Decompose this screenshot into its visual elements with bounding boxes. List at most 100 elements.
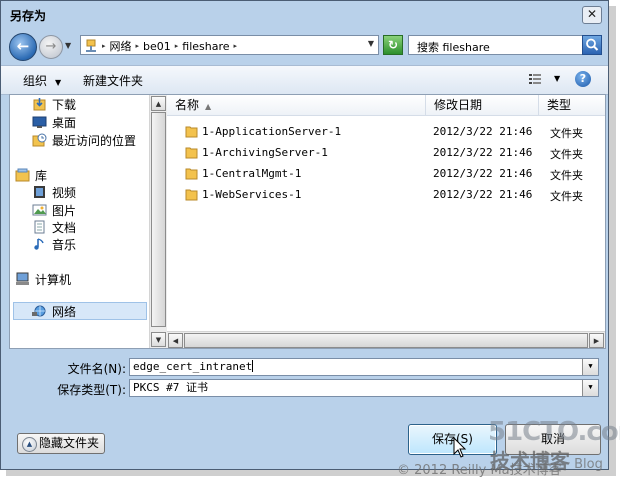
scroll-right-button[interactable]: ▶ (589, 333, 604, 348)
file-list: 名称 ▲ 修改日期 类型 1-ApplicationServer-1 2012/3… (167, 95, 605, 348)
nav-item-pictures[interactable]: 图片 (32, 202, 76, 218)
arrow-left-icon: ◀ (172, 337, 179, 345)
navigation-pane: 下载 桌面 最近访问的位置 库 视频 图片 文档 音乐 计算机 网络 (10, 95, 150, 348)
view-dropdown-icon[interactable]: ▼ (554, 74, 560, 83)
column-header-type[interactable]: 类型 (539, 95, 605, 116)
computer-icon (15, 272, 30, 286)
column-header-name[interactable]: 名称 ▲ (167, 95, 426, 116)
address-row: ← → ▼ ▸ 网络 ▸ be01 ▸ fileshare ▸ ▼ ↻ 搜索 f… (1, 29, 608, 65)
chevron-right-icon[interactable]: ▸ (136, 42, 140, 50)
nav-item-libraries[interactable]: 库 (15, 167, 47, 183)
close-icon: ✕ (586, 7, 598, 21)
nav-item-downloads[interactable]: 下载 (32, 96, 76, 112)
nav-item-desktop[interactable]: 桌面 (32, 114, 76, 130)
window-title: 另存为 (10, 9, 47, 23)
recent-places-icon (32, 133, 47, 147)
pictures-icon (32, 203, 47, 217)
file-row[interactable]: 1-ArchivingServer-1 2012/3/22 21:46 文件夹 (167, 143, 605, 163)
scroll-up-button[interactable]: ▲ (151, 96, 166, 111)
view-options-icon[interactable] (529, 73, 541, 85)
sort-ascending-icon: ▲ (205, 102, 212, 111)
collapse-up-icon: ▲ (22, 437, 37, 452)
video-icon (32, 185, 47, 199)
scroll-thumb[interactable] (151, 112, 166, 327)
hide-folders-button[interactable]: ▲ 隐藏文件夹 (17, 433, 105, 454)
help-icon[interactable]: ? (575, 71, 591, 87)
back-arrow-icon: ← (16, 37, 30, 55)
nav-item-videos[interactable]: 视频 (32, 184, 76, 200)
filetype-select[interactable]: PKCS #7 证书 ▼ (129, 379, 599, 397)
mouse-cursor-icon (453, 437, 467, 458)
file-name: 1-WebServices-1 (202, 188, 302, 201)
nav-item-network[interactable]: 网络 (13, 302, 147, 320)
folder-icon (185, 126, 198, 138)
forward-button[interactable]: → (39, 35, 63, 59)
file-type: 文件夹 (550, 127, 583, 140)
library-icon (15, 168, 30, 182)
search-icon (586, 38, 599, 51)
filetype-label: 保存类型(T): (57, 383, 126, 397)
back-button[interactable]: ← (9, 33, 37, 61)
column-header-date[interactable]: 修改日期 (426, 95, 539, 116)
filename-label: 文件名(N): (67, 362, 126, 376)
address-bar[interactable]: ▸ 网络 ▸ be01 ▸ fileshare ▸ ▼ (80, 35, 379, 55)
file-row[interactable]: 1-CentralMgmt-1 2012/3/22 21:46 文件夹 (167, 164, 605, 184)
chevron-right-icon[interactable]: ▸ (102, 42, 106, 50)
hscroll-thumb[interactable] (184, 333, 588, 348)
close-button[interactable]: ✕ (582, 6, 602, 24)
documents-icon (32, 220, 47, 234)
filename-dropdown-icon[interactable]: ▼ (582, 359, 598, 375)
file-list-hscrollbar[interactable]: ◀ ▶ (167, 331, 605, 348)
file-date: 2012/3/22 21:46 (433, 188, 533, 201)
music-icon (32, 237, 47, 251)
scroll-left-button[interactable]: ◀ (168, 333, 183, 348)
chevron-right-icon[interactable]: ▸ (234, 42, 238, 50)
file-row[interactable]: 1-WebServices-1 2012/3/22 21:46 文件夹 (167, 185, 605, 205)
refresh-button[interactable]: ↻ (383, 35, 403, 55)
arrow-down-icon: ▼ (155, 336, 162, 344)
scroll-down-button[interactable]: ▼ (151, 332, 166, 347)
file-row[interactable]: 1-ApplicationServer-1 2012/3/22 21:46 文件… (167, 122, 605, 142)
file-date: 2012/3/22 21:46 (433, 167, 533, 180)
filetype-dropdown-icon[interactable]: ▼ (582, 380, 598, 396)
breadcrumb-network[interactable]: 网络 (110, 38, 132, 54)
search-input[interactable]: 搜索 fileshare (408, 35, 602, 55)
history-dropdown-icon[interactable]: ▼ (65, 41, 71, 50)
new-folder-button[interactable]: 新建文件夹 (83, 72, 143, 89)
download-folder-icon (32, 97, 47, 111)
desktop-icon (32, 115, 47, 129)
watermark-copyright: © 2012 Reilly Ma技术博客 (397, 463, 562, 478)
save-as-dialog: 另存为 ✕ ← → ▼ ▸ 网络 ▸ be01 ▸ fileshare ▸ ▼ … (0, 0, 609, 470)
organize-menu[interactable]: 组织 ▼ (23, 72, 61, 89)
filetype-row: 保存类型(T): PKCS #7 证书 ▼ (1, 379, 601, 397)
watermark-site: 51CTO.com (488, 417, 620, 447)
nav-item-documents[interactable]: 文档 (32, 219, 76, 235)
filename-input[interactable]: edge_cert_intranet ▼ (129, 358, 599, 376)
file-type: 文件夹 (550, 190, 583, 203)
nav-item-computer[interactable]: 计算机 (15, 271, 71, 287)
nav-item-music[interactable]: 音乐 (32, 236, 76, 252)
file-name: 1-ApplicationServer-1 (202, 125, 342, 138)
search-placeholder: 搜索 fileshare (417, 41, 490, 54)
breadcrumb-be01[interactable]: be01 (143, 40, 171, 53)
browser-pane: 下载 桌面 最近访问的位置 库 视频 图片 文档 音乐 计算机 网络 ▲ ▼ 名… (9, 94, 606, 349)
file-date: 2012/3/22 21:46 (433, 125, 533, 138)
command-toolbar: 组织 ▼ 新建文件夹 ▼ ? (1, 65, 608, 95)
chevron-right-icon[interactable]: ▸ (175, 42, 179, 50)
folder-icon (185, 168, 198, 180)
search-button[interactable] (582, 35, 602, 55)
filename-row: 文件名(N): edge_cert_intranet ▼ (1, 358, 601, 376)
file-name: 1-CentralMgmt-1 (202, 167, 302, 180)
refresh-icon: ↻ (387, 38, 399, 52)
navigation-scrollbar[interactable]: ▲ ▼ (149, 95, 167, 348)
breadcrumb-fileshare[interactable]: fileshare (182, 40, 229, 53)
arrow-up-icon: ▲ (155, 100, 162, 108)
network-icon (32, 304, 47, 318)
title-bar[interactable]: 另存为 ✕ (1, 1, 608, 29)
file-type: 文件夹 (550, 169, 583, 182)
arrow-right-icon: ▶ (593, 337, 600, 345)
folder-icon (185, 147, 198, 159)
file-name: 1-ArchivingServer-1 (202, 146, 328, 159)
address-dropdown-icon[interactable]: ▼ (368, 39, 374, 48)
nav-item-recent-places[interactable]: 最近访问的位置 (32, 132, 136, 148)
